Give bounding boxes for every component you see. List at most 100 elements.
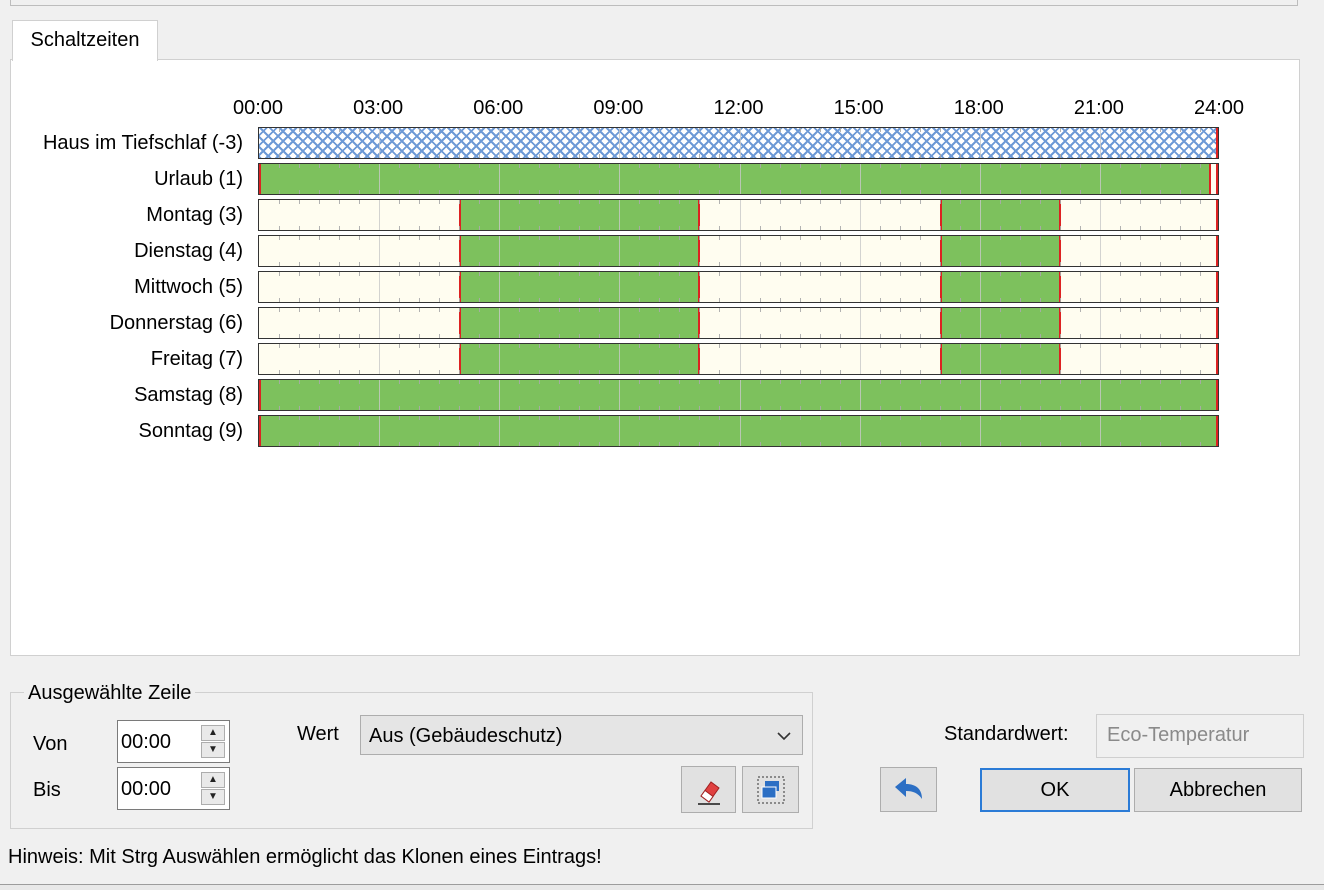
minor-tick [899,344,901,348]
wert-selected-value: Aus (Gebäudeschutz) [369,725,563,747]
minor-tick [839,308,841,312]
minor-tick [839,226,841,230]
active-time-segment[interactable] [459,344,700,374]
minor-tick [339,370,341,374]
minor-tick [1159,308,1161,312]
minor-tick [1199,334,1201,338]
schedule-row-bar[interactable] [258,235,1219,267]
von-time-spinner[interactable]: 00:00 ▲ ▼ [117,720,230,763]
minor-tick [879,308,881,312]
minor-tick [299,262,301,266]
segment-end-marker[interactable] [1058,344,1061,374]
bottom-edge [0,884,1324,890]
bis-up-arrow-icon[interactable]: ▲ [201,772,225,788]
minor-tick [1179,370,1181,374]
active-time-segment[interactable] [459,308,700,338]
schedule-row-bar[interactable] [258,307,1219,339]
schedule-row-label[interactable]: Mittwoch (5) [0,271,243,303]
minor-tick [819,236,821,240]
active-time-segment[interactable] [459,272,700,302]
active-time-segment[interactable] [459,200,700,230]
schedule-row-label[interactable]: Freitag (7) [0,343,243,375]
minor-tick [399,262,401,266]
minor-tick [359,334,361,338]
minor-tick [879,344,881,348]
minor-tick [319,226,321,230]
minor-tick [919,370,921,374]
schedule-row-bar[interactable] [258,127,1219,159]
active-time-segment[interactable] [259,380,1218,410]
wert-dropdown[interactable]: Aus (Gebäudeschutz) [360,715,803,755]
schedule-row-label[interactable]: Samstag (8) [0,379,243,411]
segment-end-marker[interactable] [1058,272,1061,302]
segment-end-marker[interactable] [1058,308,1061,338]
clone-button[interactable] [742,766,799,813]
minor-tick [339,200,341,204]
minor-tick [1139,200,1141,204]
bis-down-arrow-icon[interactable]: ▼ [201,789,225,805]
schedule-row-label[interactable]: Urlaub (1) [0,163,243,195]
von-time-value[interactable]: 00:00 [121,731,171,754]
active-time-segment[interactable] [939,200,1060,230]
minor-tick [279,272,281,276]
schedule-row-label[interactable]: Donnerstag (6) [0,307,243,339]
minor-tick [399,344,401,348]
active-time-segment[interactable] [259,416,1218,446]
minor-tick [779,262,781,266]
segment-end-marker[interactable] [698,236,701,266]
minor-tick [819,262,821,266]
minor-tick [919,344,921,348]
schedule-row-bar[interactable] [258,415,1219,447]
bis-time-value[interactable]: 00:00 [121,778,171,801]
minor-tick [339,344,341,348]
minor-tick [1179,334,1181,338]
schedule-row-label[interactable]: Montag (3) [0,199,243,231]
schedule-row-label[interactable]: Haus im Tiefschlaf (-3) [0,127,243,159]
segment-end-marker[interactable] [1208,164,1211,194]
active-time-segment[interactable] [459,236,700,266]
active-time-segment[interactable] [939,236,1060,266]
segment-end-marker[interactable] [698,272,701,302]
segment-end-marker[interactable] [698,200,701,230]
active-time-segment[interactable] [939,272,1060,302]
schedule-row-bar[interactable] [258,343,1219,375]
active-time-segment[interactable] [259,164,1210,194]
time-tick-label: 00:00 [232,97,284,119]
minor-tick [1159,262,1161,266]
minor-tick [879,272,881,276]
von-down-arrow-icon[interactable]: ▼ [201,742,225,758]
minor-tick [919,272,921,276]
minor-tick [1179,200,1181,204]
tab-schaltzeiten[interactable]: Schaltzeiten [12,20,158,61]
time-tick-label: 21:00 [1073,97,1124,119]
schedule-row-bar[interactable] [258,163,1219,195]
ok-button[interactable]: OK [980,768,1130,812]
active-time-segment[interactable] [939,308,1060,338]
eraser-button[interactable] [681,766,736,813]
time-tick-label: 09:00 [593,97,644,119]
schedule-row-label[interactable]: Sonntag (9) [0,415,243,447]
minor-tick [919,262,921,266]
segment-end-marker[interactable] [1058,200,1061,230]
minor-tick [899,200,901,204]
time-tick-label: 15:00 [833,97,884,119]
active-time-segment[interactable] [939,344,1060,374]
minor-tick [779,298,781,302]
schedule-row-bar[interactable] [258,379,1219,411]
minor-tick [919,226,921,230]
minor-tick [339,272,341,276]
segment-end-marker[interactable] [1058,236,1061,266]
cancel-button[interactable]: Abbrechen [1134,768,1302,812]
von-up-arrow-icon[interactable]: ▲ [201,725,225,741]
bis-time-spinner[interactable]: 00:00 ▲ ▼ [117,767,230,810]
minor-tick [279,200,281,204]
undo-button[interactable] [880,767,937,812]
top-panel-edge [10,0,1298,6]
schedule-row-bar[interactable] [258,199,1219,231]
segment-end-marker[interactable] [698,308,701,338]
minor-tick [1179,308,1181,312]
schedule-row-bar[interactable] [258,271,1219,303]
schedule-row-label[interactable]: Dienstag (4) [0,235,243,267]
hatched-segment[interactable] [259,128,1218,158]
segment-end-marker[interactable] [698,344,701,374]
